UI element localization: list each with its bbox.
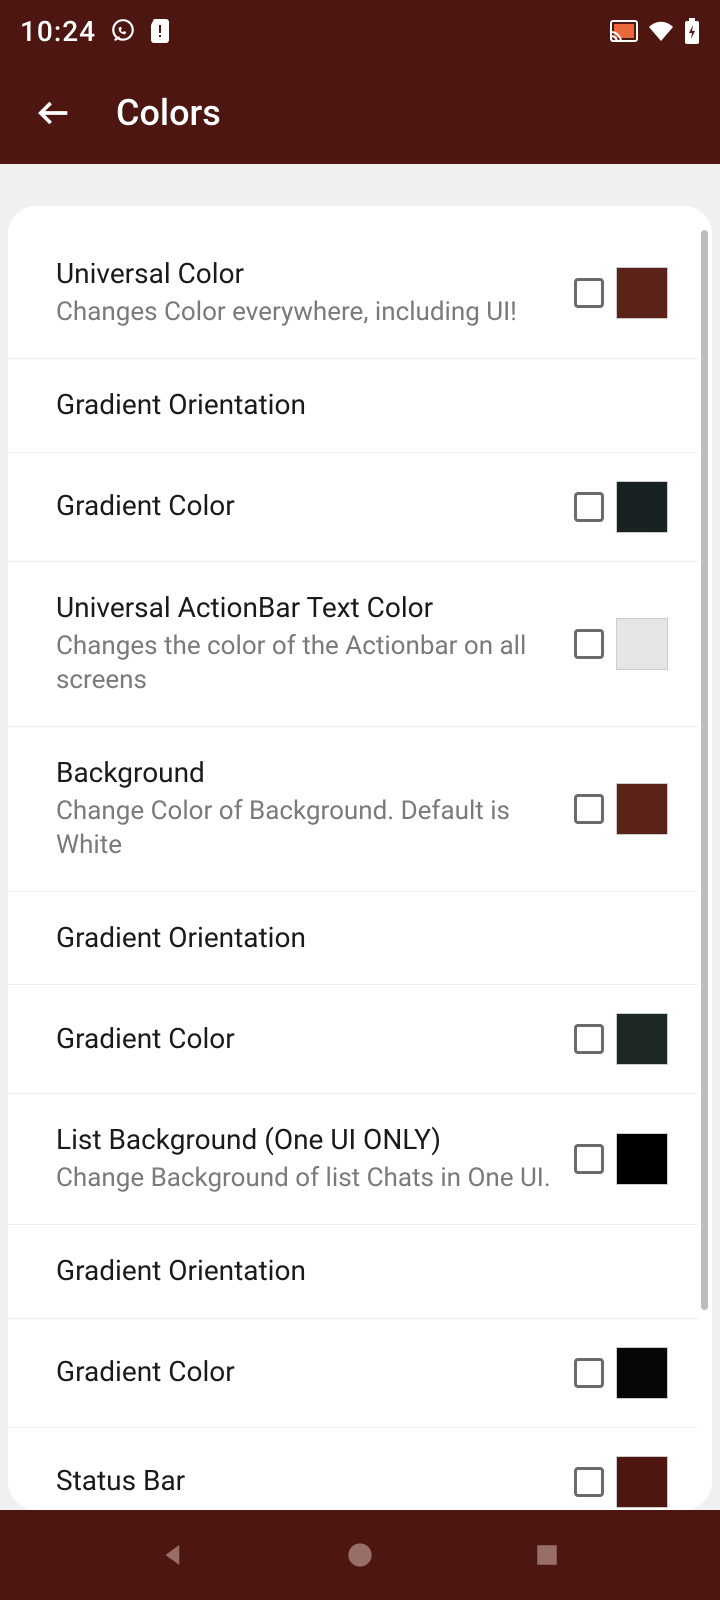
arrow-left-icon — [34, 93, 74, 133]
row-text: Background Change Color of Background. De… — [56, 755, 574, 863]
row-text: Status Bar — [56, 1463, 574, 1499]
row-controls — [574, 1347, 668, 1399]
settings-card: Universal Color Changes Color everywhere,… — [8, 206, 712, 1510]
row-text: Gradient Color — [56, 488, 574, 524]
sd-alert-icon — [150, 19, 170, 43]
nav-recent-button[interactable] — [527, 1535, 567, 1575]
checkbox[interactable] — [574, 278, 604, 308]
nav-home-button[interactable] — [340, 1535, 380, 1575]
row-text: Universal ActionBar Text Color Changes th… — [56, 590, 574, 698]
row-controls — [574, 267, 668, 319]
row-title: Gradient Color — [56, 1021, 558, 1057]
status-right — [610, 18, 700, 44]
status-bar: 10:24 — [0, 0, 720, 62]
checkbox[interactable] — [574, 492, 604, 522]
settings-row[interactable]: Status Bar — [8, 1428, 698, 1510]
settings-row[interactable]: Gradient Orientation — [8, 892, 698, 985]
row-title: Background — [56, 755, 558, 791]
square-recent-icon — [534, 1542, 560, 1568]
row-title: Gradient Orientation — [56, 1253, 652, 1289]
row-title: Gradient Orientation — [56, 920, 652, 956]
row-text: Gradient Color — [56, 1021, 574, 1057]
row-title: Gradient Color — [56, 488, 558, 524]
row-text: List Background (One UI ONLY) Change Back… — [56, 1122, 574, 1196]
color-swatch[interactable] — [616, 481, 668, 533]
settings-list[interactable]: Universal Color Changes Color everywhere,… — [8, 206, 698, 1510]
circle-home-icon — [346, 1541, 374, 1569]
content-area: Universal Color Changes Color everywhere,… — [0, 164, 720, 1510]
color-swatch[interactable] — [616, 783, 668, 835]
triangle-back-icon — [158, 1540, 188, 1570]
settings-row[interactable]: Universal ActionBar Text Color Changes th… — [8, 562, 698, 727]
settings-row[interactable]: Gradient Orientation — [8, 1225, 698, 1318]
status-clock: 10:24 — [20, 15, 96, 48]
cast-icon — [610, 20, 638, 42]
row-controls — [574, 618, 668, 670]
nav-back-button[interactable] — [153, 1535, 193, 1575]
color-swatch[interactable] — [616, 267, 668, 319]
color-swatch[interactable] — [616, 1013, 668, 1065]
row-text: Gradient Color — [56, 1354, 574, 1390]
row-subtitle: Changes Color everywhere, including UI! — [56, 296, 558, 330]
settings-row[interactable]: Gradient Color — [8, 985, 698, 1094]
settings-row[interactable]: Gradient Color — [8, 453, 698, 562]
settings-row[interactable]: Background Change Color of Background. De… — [8, 727, 698, 892]
row-text: Gradient Orientation — [56, 1253, 668, 1289]
checkbox[interactable] — [574, 794, 604, 824]
row-title: Gradient Color — [56, 1354, 558, 1390]
back-button[interactable] — [24, 83, 84, 143]
settings-row[interactable]: Gradient Color — [8, 1319, 698, 1428]
scrollbar[interactable] — [701, 230, 708, 1310]
checkbox[interactable] — [574, 1024, 604, 1054]
color-swatch[interactable] — [616, 1347, 668, 1399]
row-text: Gradient Orientation — [56, 387, 668, 423]
page-title: Colors — [116, 92, 221, 134]
settings-row[interactable]: Universal Color Changes Color everywhere,… — [8, 228, 698, 359]
row-title: Status Bar — [56, 1463, 558, 1499]
row-subtitle: Changes the color of the Actionbar on al… — [56, 630, 558, 698]
whatsapp-icon — [110, 18, 136, 44]
row-title: Universal Color — [56, 256, 558, 292]
row-subtitle: Change Background of list Chats in One U… — [56, 1162, 558, 1196]
app-bar: Colors — [0, 62, 720, 164]
color-swatch[interactable] — [616, 618, 668, 670]
row-subtitle: Change Color of Background. Default is W… — [56, 795, 558, 863]
row-controls — [574, 1456, 668, 1508]
row-controls — [574, 783, 668, 835]
color-swatch[interactable] — [616, 1133, 668, 1185]
row-title: Universal ActionBar Text Color — [56, 590, 558, 626]
row-title: List Background (One UI ONLY) — [56, 1122, 558, 1158]
battery-charging-icon — [684, 18, 700, 44]
nav-bar — [0, 1510, 720, 1600]
row-controls — [574, 1133, 668, 1185]
color-swatch[interactable] — [616, 1456, 668, 1508]
row-controls — [574, 1013, 668, 1065]
row-text: Universal Color Changes Color everywhere,… — [56, 256, 574, 330]
wifi-icon — [648, 21, 674, 41]
checkbox[interactable] — [574, 1467, 604, 1497]
status-left: 10:24 — [20, 15, 170, 48]
checkbox[interactable] — [574, 629, 604, 659]
checkbox[interactable] — [574, 1144, 604, 1174]
checkbox[interactable] — [574, 1358, 604, 1388]
row-title: Gradient Orientation — [56, 387, 652, 423]
row-text: Gradient Orientation — [56, 920, 668, 956]
settings-row[interactable]: Gradient Orientation — [8, 359, 698, 452]
settings-row[interactable]: List Background (One UI ONLY) Change Back… — [8, 1094, 698, 1225]
row-controls — [574, 481, 668, 533]
